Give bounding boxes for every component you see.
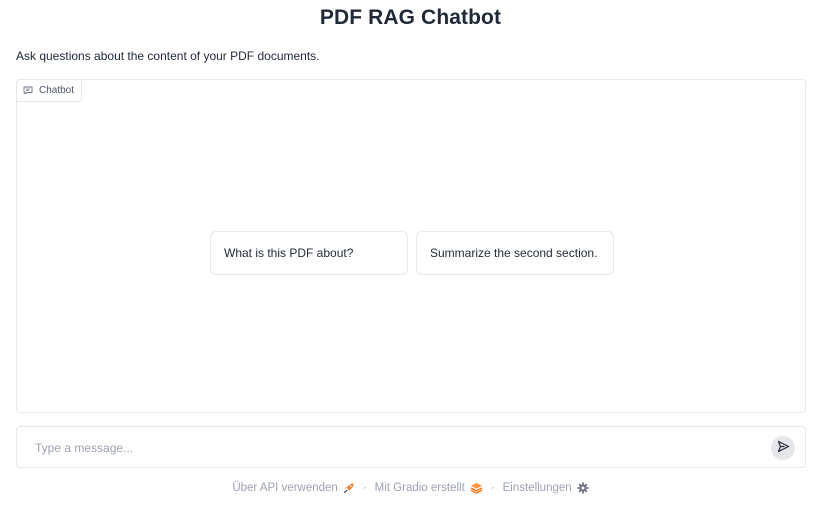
send-button[interactable] <box>771 436 795 460</box>
gear-icon <box>577 482 589 494</box>
settings-label: Einstellungen <box>502 482 572 494</box>
page-title: PDF RAG Chatbot <box>319 6 502 29</box>
built-with-gradio-label: Mit Gradio erstellt <box>374 482 465 494</box>
use-via-api-link[interactable]: Über API verwenden <box>232 482 354 494</box>
message-input[interactable] <box>35 438 735 458</box>
built-with-gradio-link[interactable]: Mit Gradio erstellt <box>375 482 483 494</box>
rocket-icon <box>343 482 355 494</box>
footer-separator: · <box>362 482 367 494</box>
footer: Über API verwenden · Mit Gradio erstellt <box>0 482 821 494</box>
example-prompts: What is this PDF about? Summarize the se… <box>210 231 614 275</box>
gradio-logo-icon <box>470 482 483 494</box>
example-prompt-button[interactable]: What is this PDF about? <box>210 231 408 275</box>
settings-link[interactable]: Einstellungen <box>503 482 589 494</box>
message-composer <box>16 426 806 468</box>
chatbot-panel: Chatbot What is this PDF about? Summariz… <box>16 79 806 413</box>
chatbot-label-text: Chatbot <box>39 85 75 96</box>
chatbot-label: Chatbot <box>17 80 83 102</box>
chat-bubble-icon <box>23 86 33 95</box>
example-prompt-button[interactable]: Summarize the second section. <box>416 231 614 275</box>
footer-separator: · <box>490 482 495 494</box>
page-description: Ask questions about the content of your … <box>16 49 320 63</box>
send-icon <box>777 440 790 456</box>
page: PDF RAG Chatbot Ask questions about the … <box>0 0 821 507</box>
use-via-api-label: Über API verwenden <box>232 482 338 494</box>
